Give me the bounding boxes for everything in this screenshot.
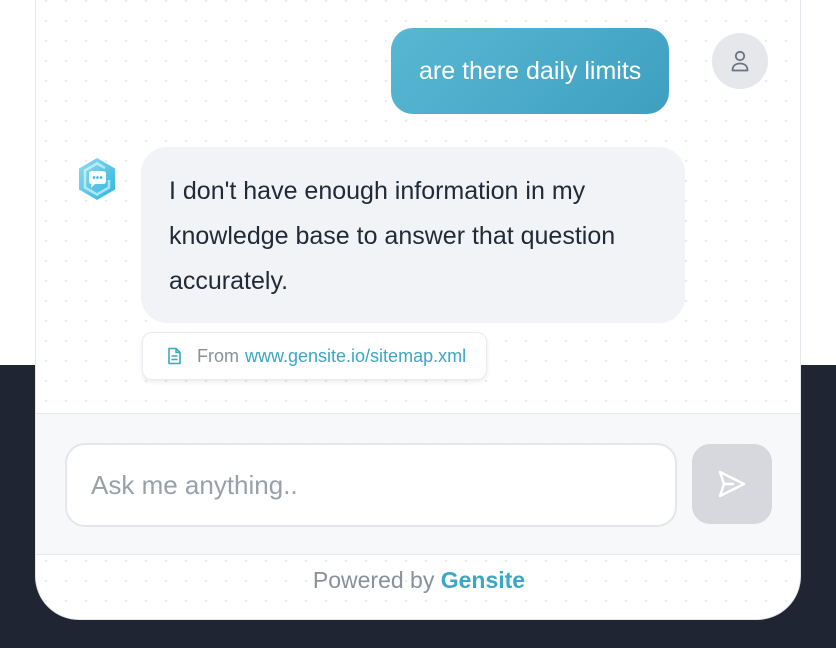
user-message-bubble: are there daily limits xyxy=(391,28,670,114)
message-input[interactable] xyxy=(65,443,677,527)
bot-avatar xyxy=(74,156,120,202)
powered-by-label: Powered by xyxy=(312,567,435,593)
chat-bot-logo-icon xyxy=(79,158,115,200)
bot-message-bubble: I don't have enough information in my kn… xyxy=(141,147,685,323)
source-citation[interactable]: From www.gensite.io/sitemap.xml xyxy=(142,332,488,380)
source-prefix: From xyxy=(197,345,239,366)
send-button[interactable] xyxy=(692,444,772,524)
user-icon xyxy=(731,50,749,72)
brand-link[interactable]: Gensite xyxy=(441,567,525,593)
source-link[interactable]: www.gensite.io/sitemap.xml xyxy=(245,346,466,367)
chat-widget: are there daily limits I don't have enou… xyxy=(35,0,801,620)
powered-by-footer: Powered by Gensite xyxy=(36,555,800,619)
document-icon xyxy=(165,347,183,365)
user-message-row: are there daily limits xyxy=(391,28,670,114)
user-avatar xyxy=(712,33,768,89)
composer xyxy=(36,413,800,555)
page: are there daily limits I don't have enou… xyxy=(0,0,836,648)
send-icon xyxy=(718,470,746,498)
